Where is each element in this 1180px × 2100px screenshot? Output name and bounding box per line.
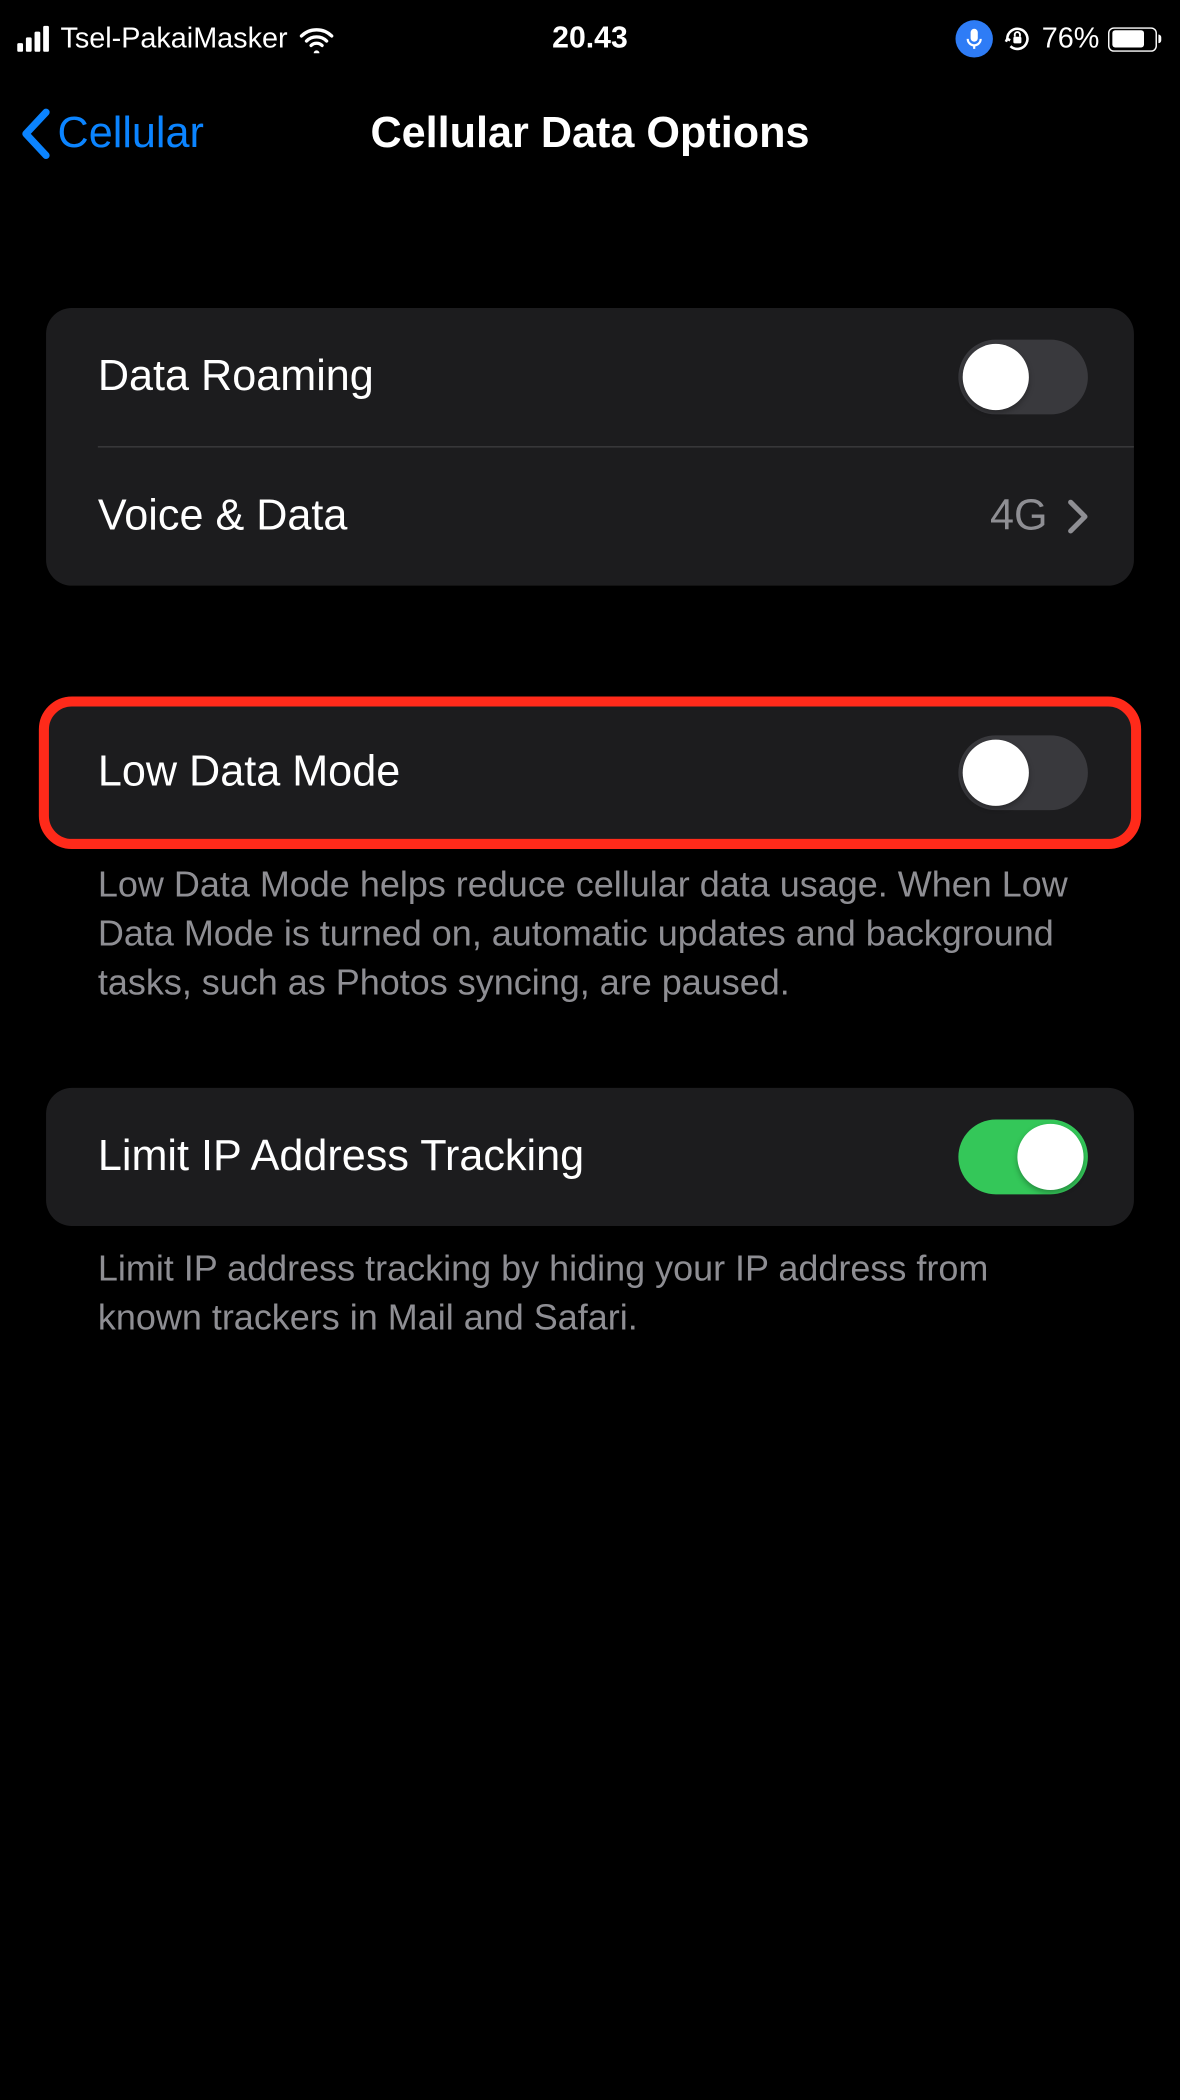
navigation-bar: Cellular Cellular Data Options [0,72,1180,187]
back-label: Cellular [58,109,204,158]
microphone-indicator-icon [955,20,992,57]
orientation-lock-icon [1001,23,1033,55]
page-title: Cellular Data Options [370,109,809,158]
battery-icon [1108,27,1157,51]
limit-ip-tracking-footer: Limit IP address tracking by hiding your… [46,1226,1134,1343]
row-voice-and-data[interactable]: Voice & Data 4G [46,448,1134,586]
row-data-roaming[interactable]: Data Roaming [46,308,1134,446]
low-data-mode-footer: Low Data Mode helps reduce cellular data… [46,842,1134,1008]
row-label: Limit IP Address Tracking [98,1133,584,1182]
row-value: 4G [990,492,1048,541]
settings-group-low-data: Low Data Mode [46,704,1134,842]
row-label: Data Roaming [98,353,374,402]
row-label: Voice & Data [98,492,348,541]
row-label: Low Data Mode [98,748,400,797]
settings-group-ip-tracking: Limit IP Address Tracking [46,1088,1134,1226]
settings-group-network: Data Roaming Voice & Data 4G [46,308,1134,586]
chevron-left-icon [17,106,54,161]
cellular-signal-icon [17,26,49,52]
status-left: Tsel-PakaiMasker [17,22,333,55]
row-low-data-mode[interactable]: Low Data Mode [46,704,1134,842]
status-bar: Tsel-PakaiMasker 20.43 [0,0,1180,72]
battery-percentage: 76% [1042,22,1100,55]
wifi-icon [299,24,334,53]
row-right: 4G [990,492,1088,541]
chevron-right-icon [1068,499,1088,534]
status-right: 76% [955,20,1157,57]
low-data-mode-toggle[interactable] [958,735,1088,810]
content: Data Roaming Voice & Data 4G [0,187,1180,1344]
back-button[interactable]: Cellular [17,106,204,161]
carrier-name: Tsel-PakaiMasker [60,22,287,55]
data-roaming-toggle[interactable] [958,340,1088,415]
row-limit-ip-tracking[interactable]: Limit IP Address Tracking [46,1088,1134,1226]
limit-ip-tracking-toggle[interactable] [958,1120,1088,1195]
status-time: 20.43 [552,22,628,57]
